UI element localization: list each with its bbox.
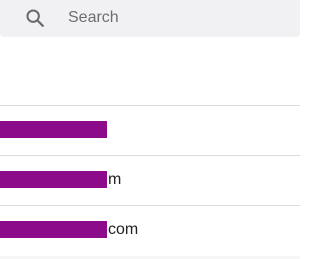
list-item-text: com <box>108 221 139 238</box>
list-item[interactable]: com <box>0 206 300 255</box>
list-item[interactable]: m <box>0 156 300 205</box>
list-item-text: m <box>108 171 122 188</box>
search-icon[interactable] <box>24 7 46 29</box>
redacted-text <box>0 171 107 188</box>
list-item[interactable] <box>0 106 300 155</box>
contact-list-screen: m com <box>0 0 300 259</box>
redacted-text <box>0 121 107 138</box>
redacted-text <box>0 221 107 238</box>
search-input[interactable] <box>68 7 278 29</box>
search-bar[interactable] <box>0 0 300 37</box>
